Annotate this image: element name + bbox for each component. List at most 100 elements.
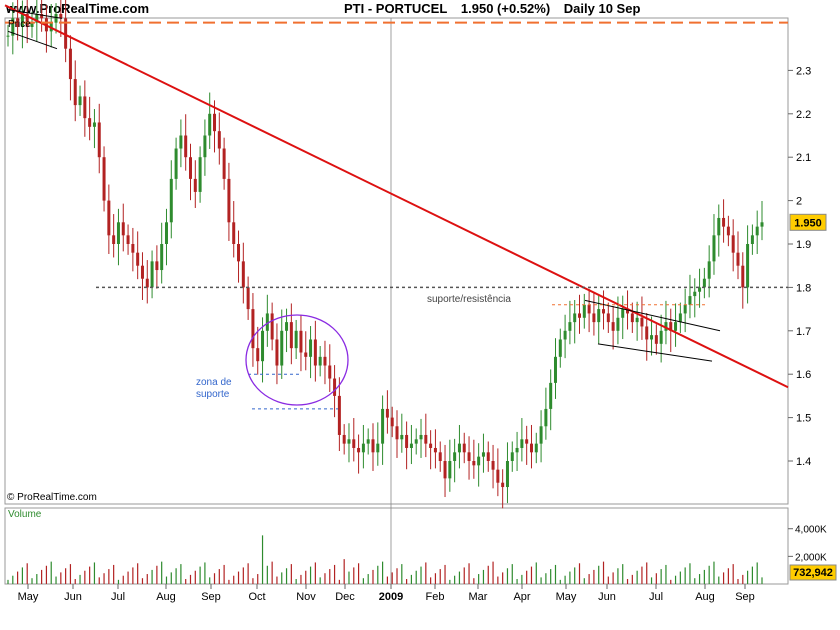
candle-body — [145, 278, 149, 288]
candle-body — [616, 317, 620, 331]
candle-body — [304, 352, 308, 357]
x-tick-label: Sep — [201, 591, 221, 603]
candle-body — [78, 96, 82, 106]
candle-body — [227, 178, 231, 223]
candle-body — [208, 113, 212, 136]
y-tick-label: 1.8 — [796, 282, 811, 294]
candle-body — [323, 356, 327, 366]
candle-body — [650, 335, 654, 340]
candle-body — [241, 261, 245, 288]
candle-body — [472, 461, 476, 466]
x-tick-label: Jul — [111, 591, 125, 603]
x-tick-label: May — [556, 591, 577, 603]
candle-body — [630, 313, 634, 323]
candle-body — [54, 13, 58, 23]
x-tick-label: Nov — [296, 591, 316, 603]
candle-body — [299, 330, 303, 353]
candle-body — [462, 443, 466, 453]
candle-body — [693, 291, 697, 297]
candle-body — [659, 330, 663, 344]
candle-body — [481, 452, 485, 457]
candle-body — [755, 226, 759, 236]
candle-body — [712, 235, 716, 262]
x-tick-label: Jun — [598, 591, 616, 603]
candle-body — [553, 356, 557, 383]
candle-body — [140, 265, 144, 279]
x-tick-label: Oct — [248, 591, 265, 603]
candle-body — [645, 326, 649, 340]
y-tick-label: 1.4 — [796, 456, 811, 468]
candle-body — [717, 217, 721, 236]
candle-body — [438, 452, 442, 461]
x-tick-label: Dec — [335, 591, 355, 603]
candle-body — [635, 317, 639, 323]
candle-body — [544, 408, 548, 427]
candle-body — [198, 157, 202, 192]
candle-body — [222, 148, 226, 179]
candle-body — [611, 322, 615, 331]
candle-body — [121, 222, 125, 236]
candle-body — [400, 434, 404, 440]
candle-body — [68, 48, 72, 80]
candle-body — [443, 461, 447, 479]
x-tick-label: Aug — [156, 591, 176, 603]
candle-body — [116, 222, 120, 244]
candle-body — [405, 434, 409, 448]
last-price-label: 1.950 — [794, 217, 822, 229]
candle-body — [529, 443, 533, 453]
candle-body — [597, 309, 601, 323]
channel-upper-early — [7, 9, 63, 19]
candle-body — [525, 439, 529, 444]
candle-body — [179, 135, 183, 149]
candle-body — [746, 244, 750, 288]
candle-body — [164, 222, 168, 244]
candle-body — [347, 439, 351, 444]
candle-body — [275, 339, 279, 366]
candle-body — [237, 244, 241, 262]
candle-body — [534, 443, 538, 453]
candle-body — [169, 178, 173, 223]
candle-body — [510, 452, 514, 461]
x-tick-label: May — [18, 591, 39, 603]
candle-body — [741, 265, 745, 288]
x-tick-label: Jul — [649, 591, 663, 603]
candle-body — [289, 322, 293, 349]
candle-body — [376, 443, 380, 453]
candle-body — [419, 434, 423, 440]
candle-body — [136, 252, 140, 266]
candle-body — [477, 456, 481, 466]
candle-body — [654, 335, 658, 344]
y-tick-label: 1.9 — [796, 239, 811, 251]
candle-body — [97, 122, 101, 158]
candle-body — [429, 443, 433, 448]
candle-body — [126, 235, 130, 244]
candle-body — [578, 313, 582, 318]
candle-body — [602, 309, 606, 314]
y-tick-label: 1.6 — [796, 369, 811, 381]
candle-body — [309, 339, 313, 357]
candle-body — [424, 434, 428, 444]
y-tick-label: 2.3 — [796, 65, 811, 77]
candle-body — [467, 452, 471, 461]
price-chart[interactable]: 1.41.51.61.71.81.922.12.22.32.5MayJunJul… — [0, 0, 840, 630]
candle-body — [270, 313, 274, 340]
candle-body — [731, 235, 735, 253]
candle-body — [457, 443, 461, 453]
candle-body — [92, 122, 96, 127]
candle-body — [256, 348, 260, 362]
candle-body — [683, 304, 687, 314]
candle-body — [381, 408, 385, 444]
candle-body — [251, 309, 255, 349]
candle-body — [558, 339, 562, 357]
candle-body — [337, 395, 341, 435]
candle-body — [232, 222, 236, 244]
candle-body — [750, 235, 754, 244]
candle-body — [357, 447, 361, 453]
candle-body — [246, 287, 250, 310]
x-tick-label: Apr — [513, 591, 530, 603]
candle-body — [549, 382, 553, 409]
x-tick-label: Jun — [64, 591, 82, 603]
x-tick-label: Mar — [469, 591, 488, 603]
copyright-label: © ProRealTime.com — [7, 492, 97, 503]
candle-body — [294, 330, 298, 349]
